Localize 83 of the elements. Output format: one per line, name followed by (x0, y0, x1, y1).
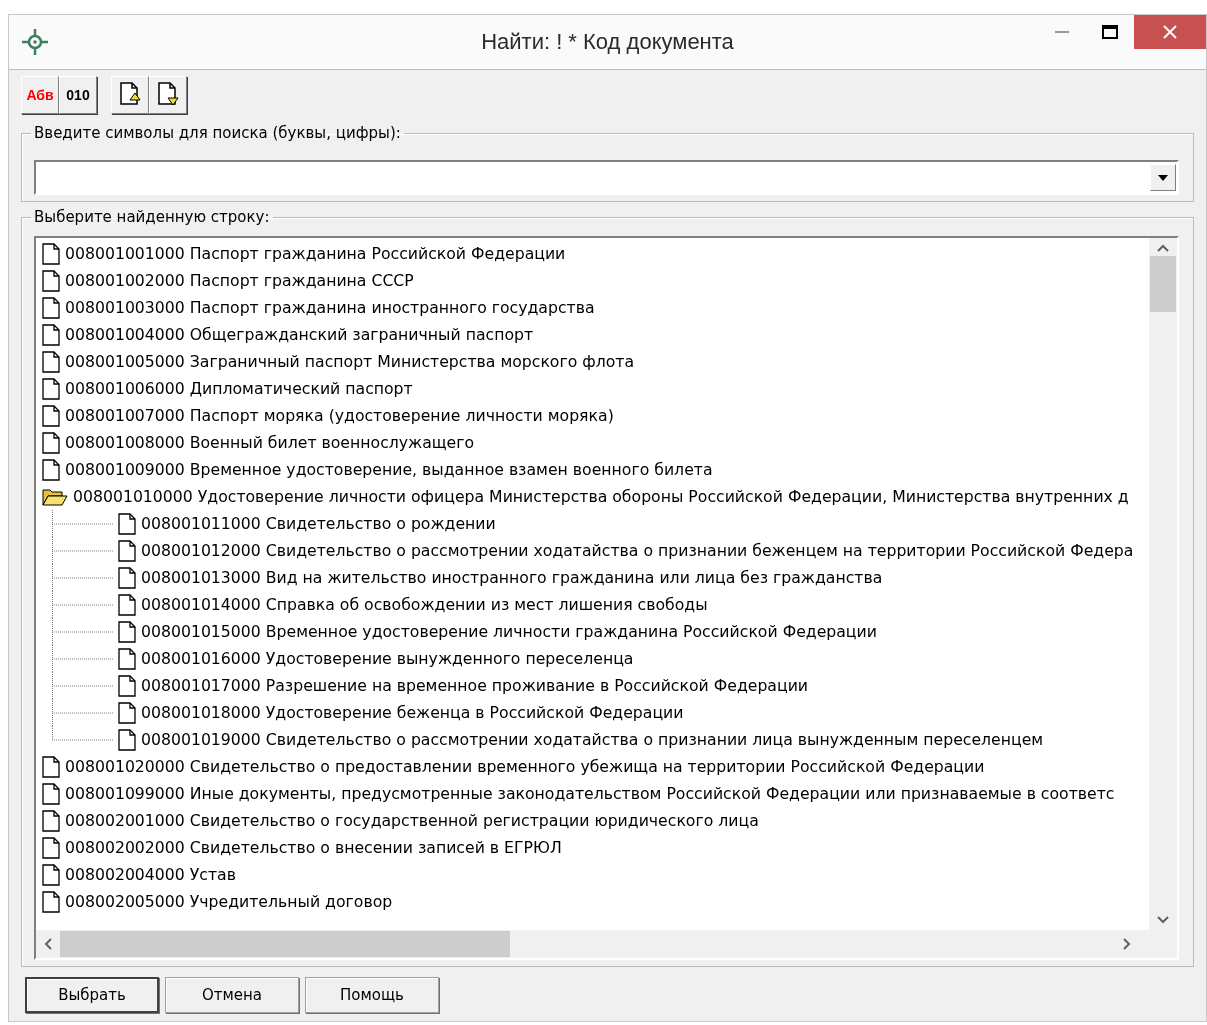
tree-item[interactable]: 008001016000 Удостоверение вынужденного переселенца (141, 649, 634, 668)
scroll-right-icon[interactable] (1123, 938, 1131, 950)
tree-item[interactable]: 008001007000 Паспорт моряка (удостоверение личности моряка) (65, 406, 614, 425)
vertical-scrollbar[interactable] (1149, 238, 1177, 930)
tree-item[interactable]: 008001011000 Свидетельство о рождении (141, 514, 496, 533)
tree-item[interactable]: 008002004000 Устав (65, 865, 236, 884)
horizontal-scrollbar[interactable] (36, 930, 1149, 958)
document-icon (42, 377, 60, 400)
dropdown-arrow-icon (1158, 174, 1168, 181)
digits-mode-button[interactable]: 010 (59, 76, 97, 114)
document-icon (118, 566, 136, 589)
document-icon (118, 512, 136, 535)
tree-item[interactable]: 008001002000 Паспорт гражданина СССР (65, 271, 414, 290)
document-icon (42, 863, 60, 886)
tree-item[interactable]: 008001003000 Паспорт гражданина иностранного государства (65, 298, 595, 317)
group-label: Выберите найденную строку: (33, 208, 271, 226)
document-icon (118, 593, 136, 616)
tree-item[interactable]: 008001013000 Вид на жительство иностранного гражданина или лица без гражданства (141, 568, 883, 587)
letters-mode-button[interactable]: Абв (21, 76, 59, 114)
maximize-icon (1102, 25, 1118, 39)
tree-connector-line (52, 618, 114, 645)
scrollbar-thumb[interactable] (60, 931, 510, 957)
document-icon (118, 620, 136, 643)
scroll-down-icon[interactable] (1157, 916, 1169, 924)
document-icon (42, 350, 60, 373)
page-up-button[interactable] (111, 76, 149, 114)
document-icon (118, 647, 136, 670)
dialog-button[interactable]: Отмена (165, 977, 299, 1013)
search-combo-field[interactable] (34, 160, 1179, 195)
document-icon (42, 323, 60, 346)
dropdown-button[interactable] (1150, 164, 1176, 191)
document-icon (42, 890, 60, 913)
document-icon (42, 296, 60, 319)
document-icon (42, 269, 60, 292)
tree-connector-line (52, 645, 114, 672)
dialog-button[interactable]: Помощь (305, 977, 439, 1013)
tree-item[interactable]: 008001014000 Справка об освобождении из мест лишения свободы (141, 595, 708, 614)
open-folder-icon (42, 486, 68, 507)
scroll-left-icon[interactable] (44, 938, 52, 950)
tree-item[interactable]: 008001020000 Свидетельство о предоставлении временного убежища на территории Российской Федерации (65, 757, 985, 776)
tree-item[interactable]: 008001019000 Свидетельство о рассмотрении ходатайства о признании лица вынужденным переселенцем (141, 730, 1044, 749)
tree-item[interactable]: 008001004000 Общегражданский заграничный паспорт (65, 325, 534, 344)
tree-item[interactable]: 008002001000 Свидетельство о государственной регистрации юридического лица (65, 811, 759, 830)
tree-connector-line (52, 672, 114, 699)
scrollbar-thumb[interactable] (1150, 256, 1176, 312)
document-icon (42, 836, 60, 859)
tree-item[interactable]: 008001005000 Заграничный паспорт Министерства морского флота (65, 352, 635, 371)
document-icon (118, 728, 136, 751)
tree-connector-line (52, 510, 114, 537)
scroll-up-icon[interactable] (1157, 244, 1169, 252)
document-icon (42, 242, 60, 265)
close-icon (1163, 25, 1177, 39)
document-icon (42, 431, 60, 454)
document-icon (42, 782, 60, 805)
tree-connector-line (52, 591, 114, 618)
crosshair-icon (21, 28, 49, 56)
tree-item[interactable]: 008001015000 Временное удостоверение личности гражданина Российской Федерации (141, 622, 877, 641)
tree-item[interactable]: 008001099000 Иные документы, предусмотренные законодательством Российской Федерации или признаваемые в соответс (65, 784, 1115, 803)
document-icon (42, 809, 60, 832)
tree-item[interactable]: 008001010000 Удостоверение личности офицера Министерства обороны Российской Федерации, Министерства внутренних д (73, 487, 1129, 506)
document-icon (118, 539, 136, 562)
tree-item[interactable]: 008001012000 Свидетельство о рассмотрении ходатайства о признании беженцем на территории Российской Федера (141, 541, 1134, 560)
tree-item[interactable]: 008001018000 Удостоверение беженца в Российской Федерации (141, 703, 684, 722)
tree-item[interactable]: 008002002000 Свидетельство о внесении записей в ЕГРЮЛ (65, 838, 562, 857)
document-icon (42, 755, 60, 778)
close-button[interactable] (1134, 15, 1206, 49)
tree-item[interactable]: 008001006000 Дипломатический паспорт (65, 379, 413, 398)
tree-connector-line (52, 537, 114, 564)
document-icon (118, 701, 136, 724)
tree-connector-line (52, 564, 114, 591)
document-icon (42, 458, 60, 481)
minimize-icon (1055, 30, 1069, 34)
tree-item[interactable]: 008001008000 Военный билет военнослужащего (65, 433, 475, 452)
dialog-button[interactable]: Выбрать (25, 977, 159, 1013)
tree-item[interactable]: 008002005000 Учредительный договор (65, 892, 393, 911)
page-down-button[interactable] (149, 76, 187, 114)
window-title: Найти: ! * Код документа (481, 29, 734, 54)
tree-item[interactable]: 008001017000 Разрешение на временное проживание в Российской Федерации (141, 676, 809, 695)
group-label: Введите символы для поиска (буквы, цифры): (33, 124, 402, 142)
document-icon (118, 674, 136, 697)
document-icon (42, 404, 60, 427)
tree-item[interactable]: 008001009000 Временное удостоверение, выданное взамен военного билета (65, 460, 713, 479)
tree-item[interactable]: 008001001000 Паспорт гражданина Российской Федерации (65, 244, 566, 263)
